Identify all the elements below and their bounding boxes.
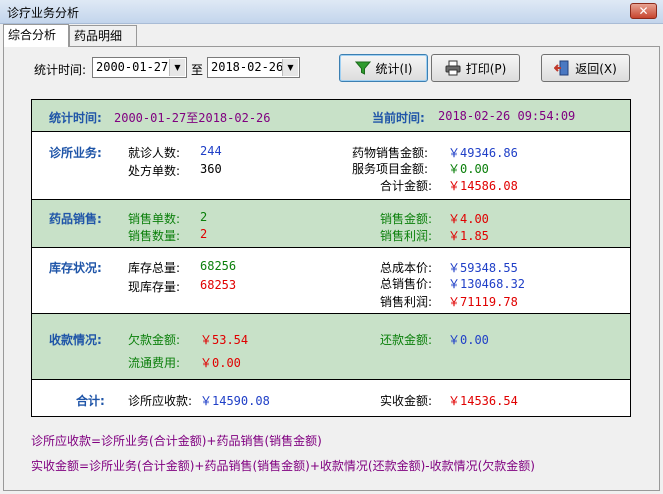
stat-button[interactable]: 统计(I) [339,54,428,82]
sales-orders-label: 销售单数: [128,212,181,226]
current-stock-value: 68253 [200,278,237,292]
service-amount-label: 服务项目金额: [352,162,429,176]
receivable-value: ￥14590.08 [200,394,270,408]
start-date-select[interactable]: 2000-01-27 ▼ [92,57,187,78]
sales-qty-label: 销售数量: [128,229,181,243]
drug-sales-amount-value: ￥49346.86 [448,146,518,160]
report-header-band: 统计时间: 2000-01-27至2018-02-26 当前时间: 2018-0… [32,100,630,132]
total-sale-value: ￥130468.32 [448,277,526,291]
start-date-value: 2000-01-27 [96,60,169,74]
visits-value: 244 [200,144,222,158]
close-button[interactable]: ✕ [630,3,657,19]
owed-label: 欠款金额: [128,333,181,347]
receivable-formula: 诊所应收款=诊所业务(合计金额)+药品销售(销售金额) [31,434,322,448]
filter-icon [354,61,371,75]
total-stock-label: 库存总量: [128,261,181,275]
payment-title: 收款情况: [49,333,102,347]
clinic-title: 诊所业务: [49,146,102,160]
repaid-label: 还款金额: [380,333,433,347]
total-cost-label: 总成本价: [380,261,433,275]
repaid-value: ￥0.00 [448,333,489,347]
inventory-profit-label: 销售利润: [380,295,433,309]
total-amount-value: ￥14586.08 [448,179,518,193]
visits-label: 就诊人数: [128,146,181,160]
window-titlebar: 诊疗业务分析 ✕ [0,0,663,24]
inventory-profit-value: ￥71119.78 [448,295,518,309]
payment-band: 收款情况: 欠款金额: ￥53.54 流通费用: ￥0.00 还款金额: ￥0.… [32,314,630,380]
total-amount-label: 合计金额: [380,179,433,193]
received-value: ￥14536.54 [448,394,518,408]
stat-button-label: 统计(I) [375,61,413,76]
inventory-title: 库存状况: [49,261,102,275]
back-button-label: 返回(X) [575,61,617,76]
chevron-down-icon[interactable]: ▼ [282,59,298,76]
sales-orders-value: 2 [200,210,208,224]
sales-amount-label: 销售金额: [380,212,433,226]
end-date-select[interactable]: 2018-02-26 ▼ [207,57,300,78]
sales-amount-value: ￥4.00 [448,212,489,226]
total-title: 合计: [76,394,105,408]
owed-value: ￥53.54 [200,333,249,347]
printer-icon [445,60,461,76]
back-button[interactable]: 返回(X) [541,54,630,82]
print-button[interactable]: 打印(P) [431,54,520,82]
current-time-value: 2018-02-26 09:54:09 [438,109,576,123]
current-stock-label: 现库存量: [128,280,181,294]
sales-profit-label: 销售利润: [380,229,433,243]
tab-overall-analysis[interactable]: 综合分析 [3,24,69,47]
window-title: 诊疗业务分析 [7,6,80,20]
prescriptions-value: 360 [200,162,222,176]
prescriptions-label: 处方单数: [128,164,181,178]
clinic-business-band: 诊所业务: 就诊人数: 244 处方单数: 360 药物销售金额: ￥49346… [32,132,630,200]
tab-drug-detail[interactable]: 药品明细 [69,25,137,46]
drug-sales-amount-label: 药物销售金额: [352,146,429,160]
total-band: 合计: 诊所应收款: ￥14590.08 实收金额: ￥14536.54 [32,380,630,416]
drug-sales-title: 药品销售: [49,212,102,226]
current-time-label: 当前时间: [372,111,425,125]
report-stat-time-value: 2000-01-27至2018-02-26 [114,111,271,125]
report-stat-time-label: 统计时间: [49,111,102,125]
inventory-band: 库存状况: 库存总量: 68256 现库存量: 68253 总成本价: ￥593… [32,248,630,314]
received-formula: 实收金额=诊所业务(合计金额)+药品销售(销售金额)+收款情况(还款金额)-收款… [31,459,535,473]
total-cost-value: ￥59348.55 [448,261,518,275]
chevron-down-icon[interactable]: ▼ [169,59,185,76]
print-button-label: 打印(P) [465,61,507,76]
service-amount-value: ￥0.00 [448,162,489,176]
circulation-fee-label: 流通费用: [128,356,181,370]
drug-sales-band: 药品销售: 销售单数: 2 销售数量: 2 销售金额: ￥4.00 销售利润: … [32,200,630,248]
circulation-fee-value: ￥0.00 [200,356,241,370]
exit-door-icon [554,60,569,76]
sales-qty-value: 2 [200,227,208,241]
report-panel: 统计时间: 2000-01-27至2018-02-26 当前时间: 2018-0… [31,99,631,417]
receivable-label: 诊所应收款: [128,394,193,408]
end-date-value: 2018-02-26 [211,60,284,74]
received-label: 实收金额: [380,394,433,408]
total-sale-label: 总销售价: [380,277,433,291]
stat-time-label: 统计时间: [34,63,87,77]
sales-profit-value: ￥1.85 [448,229,489,243]
to-label: 至 [191,63,204,77]
total-stock-value: 68256 [200,259,237,273]
